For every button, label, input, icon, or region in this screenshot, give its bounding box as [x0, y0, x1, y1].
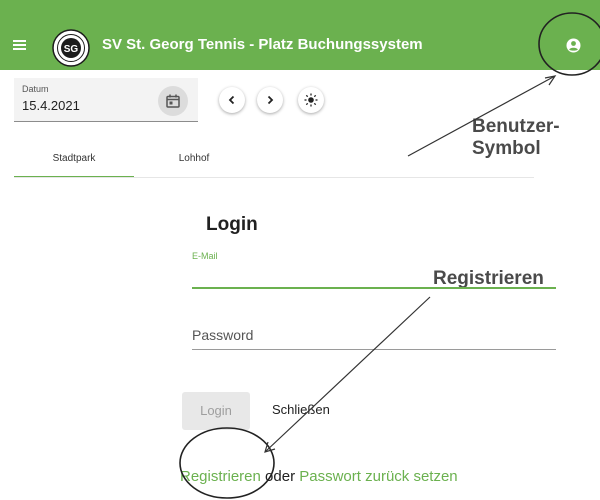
annotation-line: Symbol	[472, 138, 541, 159]
tab-label: Stadtpark	[52, 153, 96, 164]
annotation-overlay	[179, 12, 600, 499]
prev-day-button[interactable]	[219, 87, 245, 113]
theme-toggle-button[interactable]	[298, 87, 324, 113]
club-logo: SG	[52, 29, 90, 67]
date-label: Datum	[22, 84, 49, 94]
user-arrowhead	[544, 75, 557, 86]
email-label: E-Mail	[192, 251, 218, 261]
password-underline	[192, 349, 556, 350]
or-text: oder	[265, 468, 296, 485]
login-title: Login	[206, 214, 258, 235]
register-annotation-arrow	[264, 296, 431, 453]
calendar-icon	[166, 94, 180, 108]
password-field[interactable]: Password	[192, 327, 253, 343]
sun-icon	[304, 93, 318, 107]
register-arrowhead	[264, 441, 276, 453]
register-link[interactable]: Registrieren	[180, 468, 261, 485]
login-button[interactable]: Login	[182, 392, 250, 430]
app-bar: SG SV St. Georg Tennis - Platz Buchungss…	[0, 0, 600, 70]
tab-stadtpark[interactable]: Stadtpark	[14, 150, 134, 178]
annotation-line: Benutzer-	[472, 116, 560, 137]
date-value: 15.4.2021	[22, 98, 80, 113]
calendar-button[interactable]	[158, 86, 188, 116]
annotation-user-symbol: Benutzer- Symbol	[472, 116, 560, 160]
login-footer: Registrieren oder Passwort zurück setzen	[180, 468, 458, 485]
tab-label: Lohhof	[178, 153, 210, 164]
reset-password-link[interactable]: Passwort zurück setzen	[299, 468, 457, 485]
menu-icon[interactable]	[13, 40, 26, 50]
next-day-button[interactable]	[257, 87, 283, 113]
tab-lohhof[interactable]: Lohhof	[134, 150, 254, 178]
register-highlight-circle	[179, 427, 275, 499]
email-underline	[192, 287, 556, 289]
chevron-left-icon	[228, 95, 235, 105]
chevron-right-icon	[267, 95, 274, 105]
user-icon[interactable]	[566, 38, 581, 53]
close-button[interactable]: Schließen	[272, 402, 330, 417]
logo-text: SG	[64, 44, 79, 55]
tabs-divider	[14, 177, 534, 178]
email-field[interactable]	[192, 262, 556, 288]
app-title: SV St. Georg Tennis - Platz Buchungssyst…	[102, 36, 423, 53]
